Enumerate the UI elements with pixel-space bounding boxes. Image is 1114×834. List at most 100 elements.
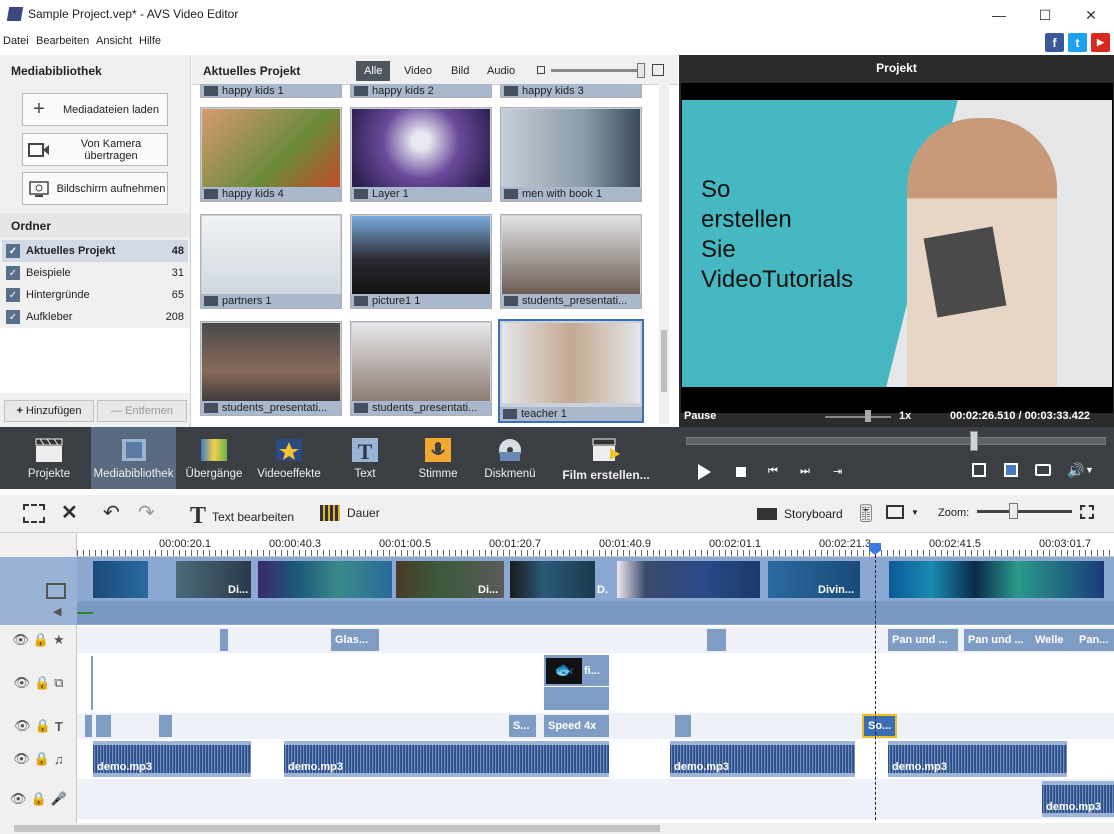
camera-import-button[interactable]: Von Kamera übertragen — [22, 133, 168, 166]
lock-icon[interactable]: 🔒 — [34, 751, 50, 767]
media-thumb[interactable]: students_presentati... — [200, 321, 342, 416]
fullscreen-icon[interactable] — [972, 463, 986, 477]
audio-clip[interactable]: demo.mp3 — [888, 741, 1067, 777]
effect-clip[interactable]: Pan und ... — [888, 629, 958, 651]
media-thumb[interactable]: happy kids 4 — [200, 107, 342, 202]
overlay-clip[interactable]: 🐟 fi... — [544, 655, 609, 686]
zoom-slider-handle[interactable] — [1009, 503, 1018, 519]
text-marker[interactable] — [85, 715, 92, 737]
youtube-icon[interactable]: ▶ — [1091, 33, 1110, 52]
mute-icon[interactable]: ◀ — [53, 605, 61, 618]
audio-clip[interactable]: demo.mp3 — [93, 741, 251, 777]
lock-icon[interactable]: 🔒 — [31, 791, 47, 807]
volume-icon[interactable]: 🔊 — [1067, 462, 1084, 479]
tool-create-film[interactable]: Film erstellen... — [552, 427, 660, 489]
media-thumb[interactable]: Layer 1 — [350, 107, 492, 202]
effect-clip[interactable]: Pan und ... — [964, 629, 1031, 651]
effect-marker[interactable] — [220, 629, 228, 651]
storyboard-button[interactable]: Storyboard — [757, 507, 843, 521]
speed-slider-handle[interactable] — [865, 410, 871, 422]
fit-zoom-icon[interactable] — [1080, 505, 1094, 519]
filter-all-tab[interactable]: Alle — [356, 61, 391, 81]
text-clip-selected[interactable]: So... — [862, 714, 897, 738]
eye-icon[interactable]: 👁 — [12, 632, 29, 648]
volume-dropdown-icon[interactable]: ▼ — [1085, 465, 1094, 475]
add-folder-button[interactable]: + Hinzufügen — [4, 400, 94, 422]
video-clip[interactable] — [258, 561, 392, 598]
menu-datei[interactable]: Datei — [3, 35, 29, 47]
display-icon[interactable] — [886, 505, 904, 519]
display-dropdown-icon[interactable]: ▼ — [911, 508, 919, 517]
screen-capture-button[interactable]: Bildschirm aufnehmen — [22, 172, 168, 205]
thumb-size-slider[interactable] — [551, 69, 645, 72]
folder-current-project[interactable]: ✓ Aktuelles Projekt 48 — [2, 240, 188, 262]
remove-folder-button[interactable]: — Entfernen — [97, 400, 187, 422]
folder-examples[interactable]: ✓ Beispiele 31 — [2, 262, 188, 284]
lock-icon[interactable]: 🔒 — [34, 675, 50, 691]
text-clip[interactable]: S... — [509, 715, 536, 737]
effect-marker[interactable] — [707, 629, 726, 651]
seek-handle[interactable] — [970, 431, 978, 451]
snapshot-icon[interactable] — [1035, 464, 1051, 476]
voice-track[interactable] — [77, 779, 1114, 819]
eye-icon[interactable]: 👁 — [13, 751, 30, 767]
eye-icon[interactable]: 👁 — [10, 791, 27, 807]
tool-media-library[interactable]: Mediabibliothek — [91, 427, 176, 489]
media-item-caption[interactable]: happy kids 2 — [350, 84, 492, 98]
lock-icon[interactable]: 🔒 — [35, 718, 51, 734]
menu-hilfe[interactable]: Hilfe — [139, 35, 161, 47]
effect-clip[interactable]: Welle — [1031, 629, 1075, 651]
zoom-slider[interactable] — [977, 510, 1072, 513]
minimize-button[interactable]: — — [976, 0, 1022, 30]
media-thumb[interactable]: students_presentati... — [350, 321, 492, 416]
thumb-size-slider-handle[interactable] — [637, 63, 645, 78]
video-clip[interactable] — [510, 561, 595, 598]
media-thumb[interactable]: partners 1 — [200, 214, 342, 309]
effect-clip[interactable]: Pan... — [1075, 629, 1114, 651]
media-thumb[interactable]: students_presentati... — [500, 214, 642, 309]
twitter-icon[interactable]: t — [1068, 33, 1087, 52]
aspect-icon[interactable] — [1004, 463, 1018, 477]
media-item-caption[interactable]: happy kids 3 — [500, 84, 642, 98]
stop-button[interactable] — [736, 467, 746, 477]
audio-mixer-icon[interactable]: 🎚 — [855, 504, 877, 524]
seek-bar[interactable] — [686, 437, 1106, 445]
grid-scrollbar-thumb[interactable] — [661, 330, 667, 392]
eye-icon[interactable]: 👁 — [14, 675, 31, 691]
effect-clip[interactable]: Glas... — [331, 629, 379, 651]
folder-stickers[interactable]: ✓ Aufkleber 208 — [2, 306, 188, 328]
facebook-icon[interactable]: f — [1045, 33, 1064, 52]
audio-clip[interactable]: demo.mp3 — [284, 741, 609, 777]
load-media-button[interactable]: + Mediadateien laden — [22, 93, 168, 126]
media-thumb[interactable]: picture1 1 — [350, 214, 492, 309]
text-marker[interactable] — [675, 715, 691, 737]
speed-slider[interactable] — [825, 416, 891, 418]
tool-text[interactable]: T Text — [335, 427, 395, 489]
tool-transitions[interactable]: Übergänge — [180, 427, 248, 489]
previous-frame-button[interactable]: ⏮ — [768, 465, 778, 478]
menu-bearbeiten[interactable]: Bearbeiten — [36, 35, 89, 47]
split-icon[interactable]: ⇥ — [833, 465, 842, 478]
audio-clip[interactable]: demo.mp3 — [670, 741, 855, 777]
delete-icon[interactable]: ✕ — [61, 500, 78, 525]
voice-clip[interactable]: demo.mp3 — [1042, 781, 1114, 817]
eye-icon[interactable]: 👁 — [14, 718, 31, 734]
text-clip[interactable]: Speed 4x — [544, 715, 609, 737]
tool-projects[interactable]: Projekte — [14, 427, 84, 489]
redo-icon[interactable]: ↷ — [138, 500, 155, 525]
media-thumb-selected[interactable]: teacher 1 — [498, 319, 644, 423]
effects-track[interactable] — [77, 627, 1114, 653]
tool-voice[interactable]: Stimme — [408, 427, 468, 489]
next-frame-button[interactable]: ⏭ — [800, 465, 810, 478]
duration-button[interactable]: Dauer — [320, 505, 380, 521]
play-button[interactable] — [698, 464, 711, 480]
tool-video-effects[interactable]: Videoeffekte — [250, 427, 328, 489]
text-marker[interactable] — [159, 715, 172, 737]
media-item-caption[interactable]: happy kids 1 — [200, 84, 342, 98]
filter-image-tab[interactable]: Bild — [443, 61, 477, 81]
video-clip[interactable] — [889, 561, 1104, 598]
menu-ansicht[interactable]: Ansicht — [96, 35, 132, 47]
maximize-button[interactable]: ☐ — [1022, 0, 1068, 30]
edit-text-button[interactable]: T Text bearbeiten — [190, 503, 294, 530]
timeline-scrollbar-thumb[interactable] — [14, 825, 660, 832]
